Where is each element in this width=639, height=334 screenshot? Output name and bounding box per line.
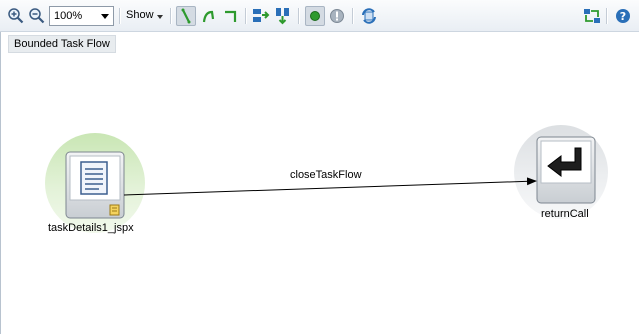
view-activity-node[interactable] [45,133,145,233]
return-activity-label: returnCall [541,208,589,220]
page-document-icon [80,161,108,195]
edge-label[interactable]: closeTaskFlow [290,169,362,181]
page-definition-badge-icon [109,204,120,216]
control-flow-edge[interactable] [123,177,537,196]
task-flow-return-node[interactable] [514,125,608,219]
view-activity-label: taskDetails1_jspx [48,222,134,234]
flow-type-label: Bounded Task Flow [8,35,116,53]
